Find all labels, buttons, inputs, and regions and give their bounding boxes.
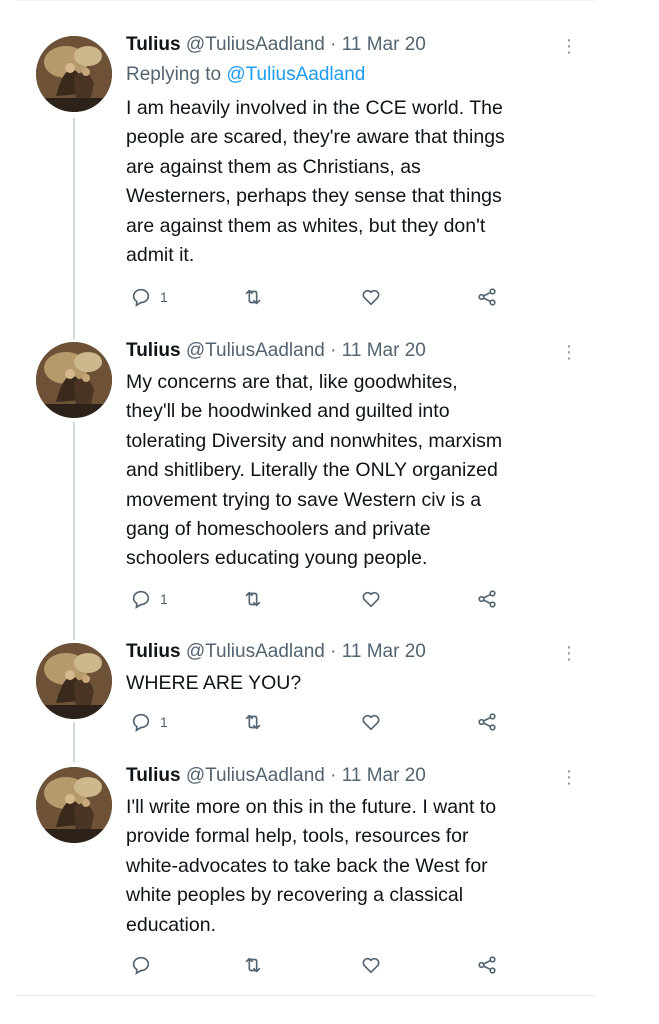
retweet-button[interactable]: [242, 285, 264, 309]
share-icon: [478, 590, 496, 608]
share-icon: [478, 956, 496, 974]
separator: ·: [330, 641, 337, 662]
replying-to-label: Replying to: [126, 64, 227, 85]
like-button[interactable]: [360, 953, 382, 977]
reply-count: 1: [160, 289, 168, 305]
tweet-actions: [130, 953, 510, 977]
tweet-actions: 1: [130, 285, 510, 309]
retweet-icon: [245, 289, 261, 305]
share-button[interactable]: [476, 953, 498, 977]
tweet-date[interactable]: 11 Mar 20: [342, 340, 426, 361]
user-handle[interactable]: @TuliusAadland: [186, 641, 325, 662]
tweet-header: Tulius @TuliusAadland · 11 Mar 20: [126, 340, 426, 362]
display-name[interactable]: Tulius: [126, 340, 181, 361]
more-vertical-icon[interactable]: ⋮: [560, 36, 578, 56]
tweet-header: Tulius @TuliusAadland · 11 Mar 20: [126, 641, 426, 663]
user-handle[interactable]: @TuliusAadland: [186, 340, 325, 361]
tweet-actions: 1: [130, 587, 510, 611]
like-button[interactable]: [360, 710, 382, 734]
tweet-text: I am heavily involved in the CCE world. …: [126, 97, 505, 267]
reply-icon: [132, 590, 150, 609]
retweet-button[interactable]: [242, 710, 264, 734]
share-button[interactable]: [476, 587, 498, 611]
reply-button[interactable]: 1: [130, 587, 168, 611]
separator: ·: [330, 34, 337, 55]
reply-icon: [132, 956, 150, 975]
reply-count: 1: [160, 591, 168, 607]
more-vertical-icon[interactable]: ⋮: [560, 342, 578, 362]
avatar[interactable]: [36, 767, 112, 843]
separator: ·: [330, 340, 337, 361]
avatar[interactable]: [36, 342, 112, 418]
tweet-actions: 1: [130, 710, 510, 734]
heart-icon: [362, 591, 380, 608]
display-name[interactable]: Tulius: [126, 765, 181, 786]
tweet[interactable]: Tulius @TuliusAadland · 11 Mar 20 ⋮ My c…: [0, 340, 600, 620]
more-vertical-icon[interactable]: ⋮: [560, 643, 578, 663]
like-button[interactable]: [360, 285, 382, 309]
reply-button[interactable]: 1: [130, 710, 168, 734]
more-vertical-icon[interactable]: ⋮: [560, 767, 578, 787]
heart-icon: [362, 957, 380, 974]
retweet-icon: [245, 591, 261, 607]
tweet-text: My concerns are that, like goodwhites, t…: [126, 371, 503, 570]
reply-icon: [132, 713, 150, 732]
display-name[interactable]: Tulius: [126, 34, 181, 55]
tweet-header: Tulius @TuliusAadland · 11 Mar 20: [126, 34, 426, 56]
display-name[interactable]: Tulius: [126, 641, 181, 662]
user-handle[interactable]: @TuliusAadland: [186, 34, 325, 55]
avatar[interactable]: [36, 36, 112, 112]
avatar[interactable]: [36, 643, 112, 719]
replying-to: Replying to @TuliusAadland: [126, 64, 365, 86]
avatar-painting-image: [36, 767, 112, 843]
retweet-icon: [245, 957, 261, 973]
reply-button[interactable]: 1: [130, 285, 168, 309]
tweet-date[interactable]: 11 Mar 20: [342, 765, 426, 786]
retweet-button[interactable]: [242, 587, 264, 611]
share-button[interactable]: [476, 285, 498, 309]
user-handle[interactable]: @TuliusAadland: [186, 765, 325, 786]
tweet-header: Tulius @TuliusAadland · 11 Mar 20: [126, 765, 426, 787]
tweet-date[interactable]: 11 Mar 20: [342, 641, 426, 662]
separator: ·: [330, 765, 337, 786]
tweet-text: I'll write more on this in the future. I…: [126, 796, 497, 936]
tweet[interactable]: Tulius @TuliusAadland · 11 Mar 20 ⋮ I'll…: [0, 765, 600, 985]
avatar-painting-image: [36, 342, 112, 418]
tweet-date[interactable]: 11 Mar 20: [342, 34, 426, 55]
heart-icon: [362, 289, 380, 306]
retweet-icon: [245, 714, 261, 730]
share-button[interactable]: [476, 710, 498, 734]
share-icon: [478, 713, 496, 731]
tweet[interactable]: Tulius @TuliusAadland · 11 Mar 20 ⋮ Repl…: [0, 34, 600, 324]
reply-count: 1: [160, 714, 168, 730]
heart-icon: [362, 714, 380, 731]
replying-to-mention[interactable]: @TuliusAadland: [226, 64, 365, 85]
retweet-button[interactable]: [242, 953, 264, 977]
tweet[interactable]: Tulius @TuliusAadland · 11 Mar 20 ⋮ WHER…: [0, 641, 600, 741]
share-icon: [478, 288, 496, 306]
reply-button[interactable]: [130, 953, 160, 977]
reply-icon: [132, 288, 150, 307]
tweet-text: WHERE ARE YOU?: [126, 672, 302, 694]
avatar-painting-image: [36, 643, 112, 719]
like-button[interactable]: [360, 587, 382, 611]
avatar-painting-image: [36, 36, 112, 112]
